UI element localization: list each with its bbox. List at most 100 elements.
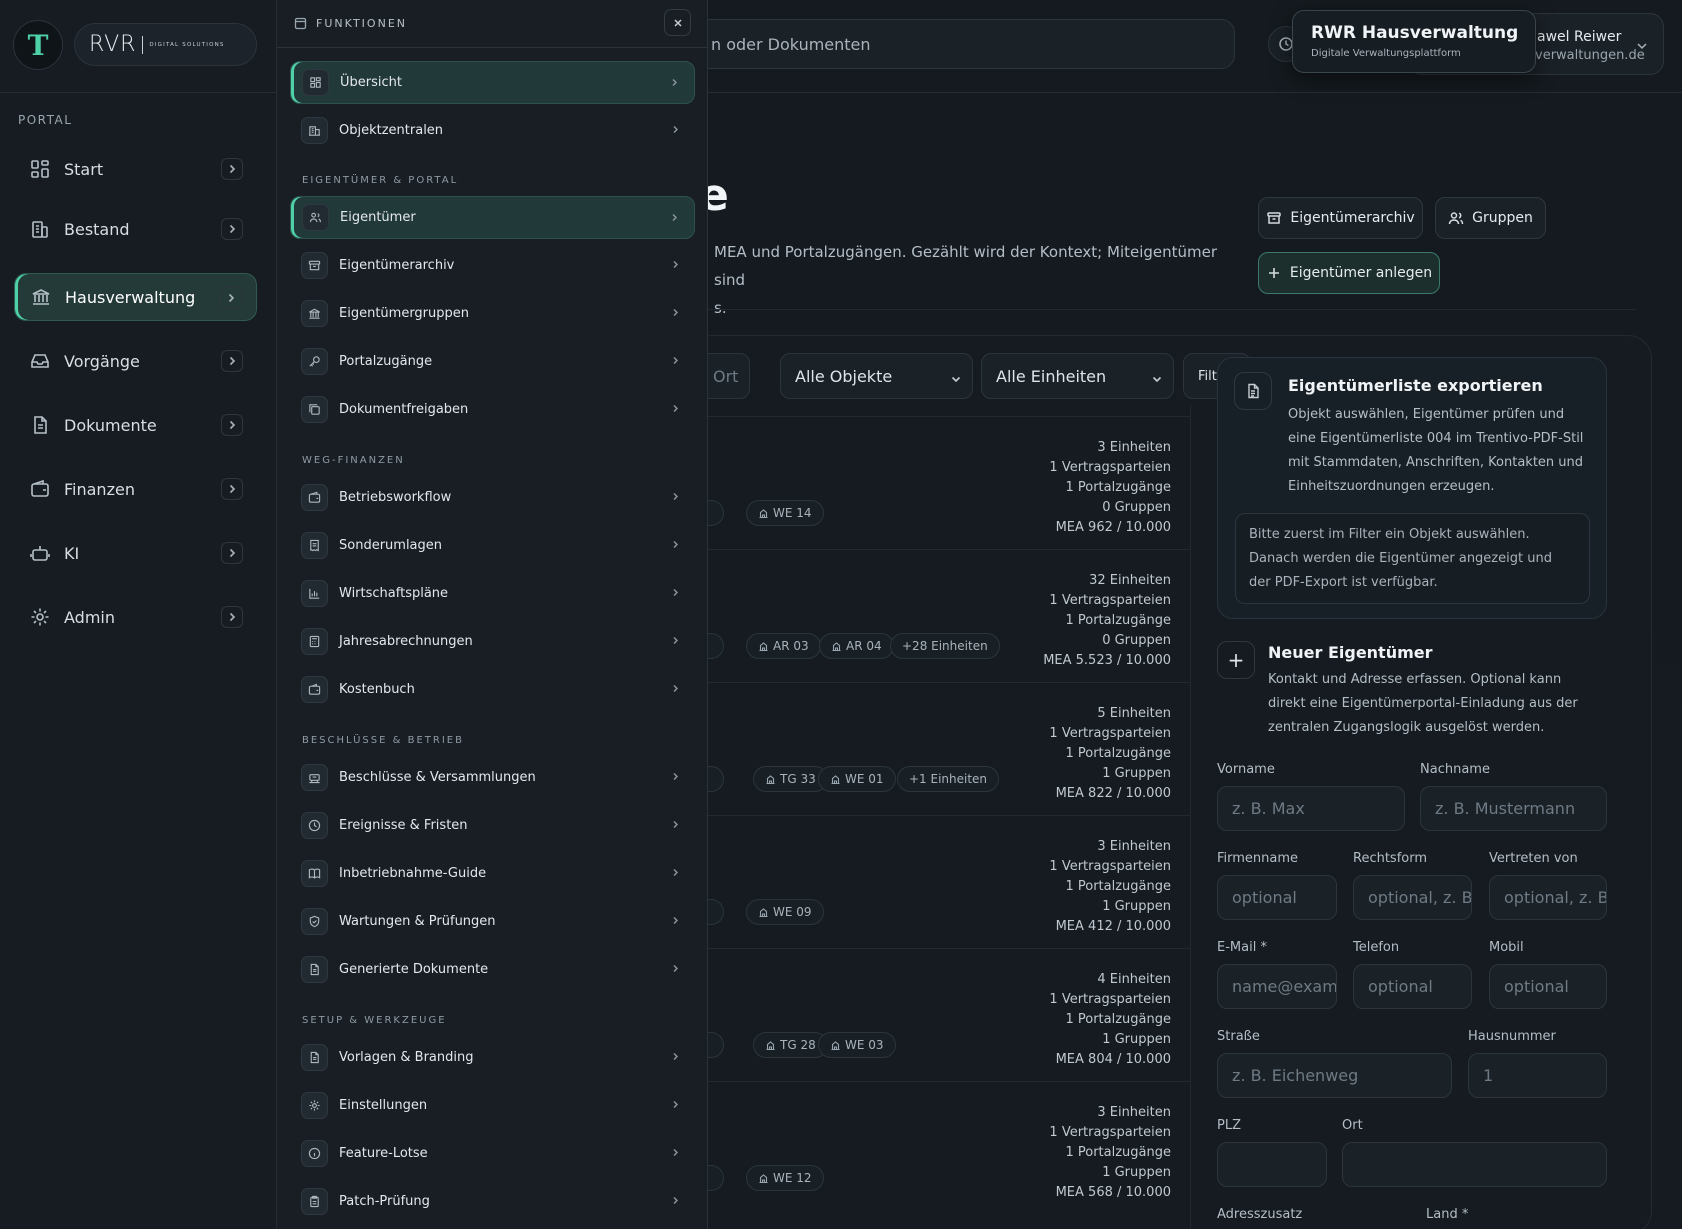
object-filter-select[interactable]: Alle Objekte bbox=[780, 353, 973, 399]
email-input[interactable]: name@exam bbox=[1217, 964, 1337, 1009]
unit-chip[interactable]: AR 03 bbox=[746, 633, 821, 659]
brand-logo[interactable]: RVR DIGITAL SOLUTIONS bbox=[74, 23, 257, 66]
owner-row[interactable]: 3 Einheiten 1 Vertragsparteien 1 Portalzug… bbox=[688, 416, 1191, 549]
function-item-ereignisse-fristen[interactable]: Ereignisse & Fristen bbox=[290, 804, 695, 847]
sidebar-item-vorgaenge[interactable]: Vorgänge bbox=[14, 337, 257, 385]
represented-by-input[interactable]: optional, z. B bbox=[1489, 875, 1607, 920]
unit-chip[interactable]: TG 28 bbox=[753, 1032, 828, 1058]
app-logo-icon[interactable]: T bbox=[13, 20, 63, 70]
function-item-portalzugänge[interactable]: Portalzugänge bbox=[290, 340, 695, 383]
sidebar-section-title: PORTAL bbox=[18, 113, 73, 127]
groups-button[interactable]: Gruppen bbox=[1435, 197, 1546, 239]
owner-archive-button[interactable]: Eigentümerarchiv bbox=[1258, 197, 1423, 239]
new-owner-description: Kontakt und Adresse erfassen. Optional k… bbox=[1268, 672, 1578, 735]
sidebar-item-admin[interactable]: Admin bbox=[14, 593, 257, 641]
zip-input[interactable] bbox=[1217, 1142, 1327, 1187]
owner-row-stats: 5 Einheiten 1 Vertragsparteien 1 Portalzug… bbox=[1049, 704, 1171, 804]
chevron-right-icon bbox=[670, 355, 681, 366]
function-item-feature-lotse[interactable]: Feature-Lotse bbox=[290, 1132, 695, 1175]
function-item-vorlagen-branding[interactable]: Vorlagen & Branding bbox=[290, 1036, 695, 1079]
function-item-jahresabrechnungen[interactable]: Jahresabrechnungen bbox=[290, 620, 695, 663]
sidebar-item-start[interactable]: Start bbox=[14, 145, 257, 193]
create-owner-label: Eigentümer anlegen bbox=[1289, 265, 1433, 281]
function-item-inbetriebnahme-guide[interactable]: Inbetriebnahme-Guide bbox=[290, 852, 695, 895]
chevron-right-icon[interactable] bbox=[221, 158, 243, 180]
function-item-label: Objektzentralen bbox=[339, 123, 444, 138]
brand-logo-divider bbox=[142, 35, 144, 54]
sidebar-item-ki[interactable]: KI bbox=[14, 529, 257, 577]
function-item-sonderumlagen[interactable]: Sonderumlagen bbox=[290, 524, 695, 567]
owner-row[interactable]: 3 Einheiten 1 Vertragsparteien 1 Portalzug… bbox=[688, 815, 1191, 948]
first-name-label: Vorname bbox=[1217, 762, 1275, 777]
function-item-label: Portalzugänge bbox=[339, 354, 433, 369]
function-item-kostenbuch[interactable]: Kostenbuch bbox=[290, 668, 695, 711]
function-item-eigentümergruppen[interactable]: Eigentümergruppen bbox=[290, 292, 695, 335]
close-icon[interactable] bbox=[664, 9, 691, 36]
chevron-down-icon[interactable] bbox=[1635, 38, 1649, 52]
chevron-right-icon[interactable] bbox=[220, 287, 242, 309]
city-filter-placeholder: Ort bbox=[713, 366, 739, 386]
function-item-einstellungen[interactable]: Einstellungen bbox=[290, 1084, 695, 1127]
first-name-input[interactable]: z. B. Max bbox=[1217, 786, 1405, 831]
owner-row[interactable]: 4 Einheiten 1 Vertragsparteien 1 Portalzug… bbox=[688, 948, 1191, 1081]
unit-chip[interactable]: AR 04 bbox=[819, 633, 894, 659]
function-item-objektzentralen[interactable]: Objektzentralen bbox=[290, 109, 695, 152]
topbar: n oder Dokumenten awel Reiwer verwaltung… bbox=[688, 0, 1682, 93]
chevron-right-icon bbox=[670, 1099, 681, 1110]
function-item-wirtschaftspläne[interactable]: Wirtschaftspläne bbox=[290, 572, 695, 615]
owner-row[interactable]: 5 Einheiten 1 Vertragsparteien 1 Portalzug… bbox=[688, 682, 1191, 815]
function-item-generierte-dokumente[interactable]: Generierte Dokumente bbox=[290, 948, 695, 991]
city-input[interactable] bbox=[1342, 1142, 1607, 1187]
chevron-right-icon[interactable] bbox=[221, 478, 243, 500]
function-item-label: Übersicht bbox=[340, 75, 402, 90]
last-name-input[interactable]: z. B. Mustermann bbox=[1420, 786, 1607, 831]
function-item-patch-prüfung[interactable]: Patch-Prüfung bbox=[290, 1180, 695, 1223]
company-input[interactable]: optional bbox=[1217, 875, 1337, 920]
function-item-wartungen-prüfungen[interactable]: Wartungen & Prüfungen bbox=[290, 900, 695, 943]
unit-chip[interactable]: WE 01 bbox=[818, 766, 896, 792]
mobile-input[interactable]: optional bbox=[1489, 964, 1607, 1009]
phone-input[interactable]: optional bbox=[1353, 964, 1472, 1009]
chevron-right-icon[interactable] bbox=[221, 218, 243, 240]
function-item-label: Eigentümer bbox=[340, 210, 416, 225]
chevron-right-icon bbox=[670, 771, 681, 782]
functions-panel: FUNKTIONEN Übersicht Objektzentralen EIGEN… bbox=[277, 0, 708, 1229]
sidebar-item-bestand[interactable]: Bestand bbox=[14, 205, 257, 253]
chevron-right-icon[interactable] bbox=[221, 350, 243, 372]
chevron-right-icon[interactable] bbox=[221, 414, 243, 436]
chevron-right-icon bbox=[670, 403, 681, 414]
unit-chip[interactable]: +1 Einheiten bbox=[897, 766, 1000, 792]
function-item-dokumentfreigaben[interactable]: Dokumentfreigaben bbox=[290, 388, 695, 431]
chevron-right-icon bbox=[670, 124, 681, 135]
function-item-beschlüsse-versammlungen[interactable]: Beschlüsse & Versammlungen bbox=[290, 756, 695, 799]
owner-row[interactable]: 3 Einheiten 1 Vertragsparteien 1 Portalzug… bbox=[688, 1081, 1191, 1214]
document-icon[interactable] bbox=[1234, 372, 1272, 410]
owner-row[interactable]: 32 Einheiten 1 Vertragsparteien 1 Portalzu… bbox=[688, 549, 1191, 682]
unit-chip[interactable]: WE 09 bbox=[746, 899, 824, 925]
function-item-betriebsworkflow[interactable]: Betriebsworkflow bbox=[290, 476, 695, 519]
unit-chip[interactable]: WE 03 bbox=[818, 1032, 896, 1058]
create-owner-button[interactable]: Eigentümer anlegen bbox=[1258, 252, 1440, 294]
sidebar-item-finanzen[interactable]: Finanzen bbox=[14, 465, 257, 513]
house-number-input[interactable]: 1 bbox=[1468, 1053, 1607, 1098]
unit-chip[interactable]: WE 14 bbox=[746, 500, 824, 526]
legal-form-input[interactable]: optional, z. B bbox=[1353, 875, 1472, 920]
street-input[interactable]: z. B. Eichenweg bbox=[1217, 1053, 1452, 1098]
function-item-eigentümer[interactable]: Eigentümer bbox=[290, 196, 695, 239]
chevron-right-icon[interactable] bbox=[221, 606, 243, 628]
unit-chip[interactable]: WE 12 bbox=[746, 1165, 824, 1191]
groups-label: Gruppen bbox=[1472, 210, 1533, 226]
unit-filter-select[interactable]: Alle Einheiten bbox=[981, 353, 1174, 399]
unit-chip[interactable]: +28 Einheiten bbox=[890, 633, 1000, 659]
global-search-input[interactable]: n oder Dokumenten bbox=[688, 19, 1235, 69]
unit-chip-label: WE 01 bbox=[845, 772, 884, 786]
grid-icon bbox=[302, 69, 329, 96]
unit-chip[interactable]: TG 33 bbox=[753, 766, 828, 792]
function-item-übersicht[interactable]: Übersicht bbox=[290, 61, 695, 104]
chevron-right-icon[interactable] bbox=[221, 542, 243, 564]
function-section-title: EIGENTÜMER & PORTAL bbox=[302, 175, 459, 186]
sidebar-item-hausverwaltung[interactable]: Hausverwaltung bbox=[14, 273, 257, 321]
function-item-eigentümerarchiv[interactable]: Eigentümerarchiv bbox=[290, 244, 695, 287]
sidebar-item-dokumente[interactable]: Dokumente bbox=[14, 401, 257, 449]
owner-stat-groups: 1 Gruppen bbox=[1102, 766, 1171, 781]
